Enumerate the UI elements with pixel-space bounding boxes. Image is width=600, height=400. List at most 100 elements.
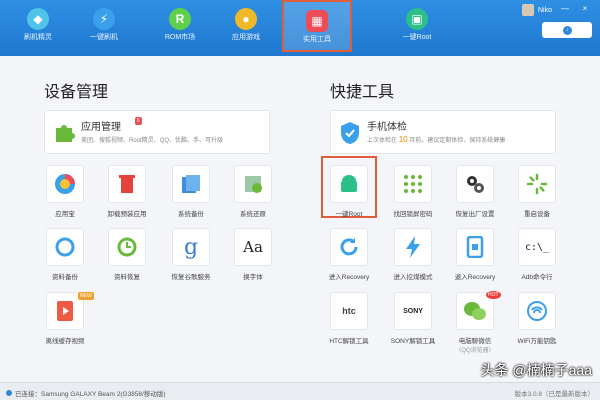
tile-reboot-device[interactable] bbox=[518, 165, 556, 203]
tile-change-font[interactable]: Aa bbox=[234, 228, 272, 266]
connection-text: 已连接：Samsung GALAXY Beam 2(G3858/移动版) bbox=[15, 391, 166, 398]
lightning-icon bbox=[406, 236, 420, 258]
tile-label: 卸载预装应用 bbox=[107, 211, 147, 218]
gears-icon bbox=[467, 176, 484, 193]
tile-label: 一键Root bbox=[335, 211, 363, 218]
nav-label: 一键Root bbox=[402, 34, 432, 41]
nav-rom-market[interactable]: R ROM市场 bbox=[148, 0, 212, 50]
tile-enter-recovery[interactable] bbox=[330, 228, 368, 266]
nav-label: 一键刷机 bbox=[90, 34, 118, 41]
tile-recover-lock-password[interactable] bbox=[394, 165, 432, 203]
update-count-badge: 6 bbox=[135, 117, 142, 125]
shield-icon: ◆ bbox=[27, 8, 49, 30]
connection-status: 已连接：Samsung GALAXY Beam 2(G3858/移动版) bbox=[6, 388, 166, 398]
pattern-lock-icon bbox=[404, 175, 422, 193]
tile-label: HTC解锁工具 bbox=[329, 338, 369, 345]
tile-exit-recovery[interactable] bbox=[456, 228, 494, 266]
tile-uninstall-preinstalled[interactable] bbox=[108, 165, 146, 203]
tile-label: 重启设备 bbox=[524, 211, 550, 218]
checkup-desc-suffix: 月前，建议定期体检，保持系统健康 bbox=[409, 138, 506, 144]
tile-label: 进入挖煤模式 bbox=[393, 274, 433, 281]
puzzle-icon bbox=[56, 125, 75, 142]
tile-yingyongbao[interactable] bbox=[46, 165, 84, 203]
hot-badge: HOT bbox=[486, 291, 501, 299]
trash-icon bbox=[119, 175, 135, 193]
nav-label: 应用游戏 bbox=[232, 34, 260, 41]
user-profile[interactable]: Niko bbox=[521, 4, 552, 16]
video-icon bbox=[57, 301, 73, 321]
app-management-title: 应用管理 bbox=[81, 122, 121, 133]
minimize-icon[interactable]: — bbox=[560, 4, 570, 13]
tile-label: Adb命令行 bbox=[521, 274, 553, 281]
tile-wifi-key[interactable] bbox=[518, 292, 556, 330]
wifi-key-icon bbox=[527, 301, 547, 321]
sony-logo-icon: SONY bbox=[403, 307, 423, 315]
tile-label: 资料恢复 bbox=[114, 274, 140, 281]
rom-icon: R bbox=[169, 8, 191, 30]
tile-sony-unlock[interactable]: SONY bbox=[394, 292, 432, 330]
tile-label: 换字体 bbox=[243, 274, 263, 281]
tile-label: WiFi万能钥匙 bbox=[517, 338, 557, 345]
tile-system-restore[interactable] bbox=[234, 165, 272, 203]
sync-icon bbox=[55, 237, 75, 257]
tile-label: 恢复出厂设置 bbox=[455, 211, 495, 218]
nav-one-click-flash[interactable]: ⚡ 一键刷机 bbox=[72, 0, 136, 50]
phone-checkup-banner[interactable]: 手机体检 上次体检在 10 月前，建议定期体检，保持系统健康 bbox=[330, 110, 556, 154]
status-bar: 已连接：Samsung GALAXY Beam 2(G3858/移动版) 版本3… bbox=[0, 382, 600, 400]
tile-data-restore[interactable] bbox=[108, 228, 146, 266]
nav-label: ROM市场 bbox=[164, 34, 196, 41]
app-management-banner[interactable]: 应用管理 6 美团、搜狐视频、Root精灵、QQ、优酷、手、可升级 bbox=[44, 110, 270, 154]
tile-htc-unlock[interactable]: htc bbox=[330, 292, 368, 330]
tile-label: 退入Recovery bbox=[454, 274, 496, 281]
download-icon: ↓ bbox=[562, 25, 572, 35]
tile-sublabel: （QQ浏览器） bbox=[455, 348, 495, 354]
tile-download-mode[interactable] bbox=[394, 228, 432, 266]
nav-label: 刷机精灵 bbox=[24, 34, 52, 41]
avatar bbox=[521, 4, 534, 16]
tile-label: 进入Recovery bbox=[328, 274, 370, 281]
version-text: 版本3.0.8（已是最新版本） bbox=[514, 391, 594, 398]
tile-label: 恢复谷歌服务 bbox=[171, 274, 211, 281]
phone-checkup-desc: 上次体检在 10 月前，建议定期体检，保持系统健康 bbox=[367, 135, 505, 144]
htc-logo-icon: htc bbox=[342, 306, 356, 316]
wechat-icon bbox=[464, 302, 486, 320]
tile-label: 系统备份 bbox=[178, 211, 204, 218]
terminal-icon: c:\_ bbox=[524, 241, 550, 253]
google-icon: g bbox=[183, 234, 199, 260]
nav-utility-tools[interactable]: ▦ 实用工具 bbox=[282, 0, 352, 52]
tile-factory-reset[interactable] bbox=[456, 165, 494, 203]
tile-adb-command[interactable]: c:\_ bbox=[518, 228, 556, 266]
checkup-desc-prefix: 上次体检在 bbox=[367, 138, 398, 144]
user-name: Niko bbox=[537, 6, 552, 14]
tile-label: 应用宝 bbox=[55, 211, 75, 218]
close-icon[interactable]: × bbox=[580, 4, 590, 13]
tile-data-backup[interactable] bbox=[46, 228, 84, 266]
checkup-desc-number: 10 bbox=[398, 135, 408, 144]
backup-icon bbox=[182, 175, 200, 193]
shield-check-icon bbox=[341, 122, 359, 144]
top-nav-bar: ◆ 刷机精灵 ⚡ 一键刷机 R ROM市场 ● 应用游戏 ▦ 实用工具 ▣ 一键… bbox=[0, 0, 600, 56]
tile-system-backup[interactable] bbox=[172, 165, 210, 203]
new-badge: NEW bbox=[78, 292, 94, 300]
download-button[interactable]: ↓ bbox=[542, 22, 592, 38]
tile-label: 资料备份 bbox=[52, 274, 78, 281]
restore-icon bbox=[245, 176, 262, 193]
tile-one-click-root[interactable] bbox=[330, 165, 368, 203]
quick-tools-title: 快捷工具 bbox=[330, 84, 395, 101]
phone-icon bbox=[6, 390, 12, 396]
tile-label: 电脑聊微信 bbox=[458, 338, 492, 345]
tile-label: 找回锁屏密码 bbox=[393, 211, 433, 218]
app-management-desc: 美团、搜狐视频、Root精灵、QQ、优酷、手、可升级 bbox=[81, 138, 224, 144]
nav-shuaji-jingling[interactable]: ◆ 刷机精灵 bbox=[6, 0, 70, 50]
tile-label: SONY解锁工具 bbox=[390, 338, 436, 345]
clock-restore-icon bbox=[117, 237, 137, 257]
nav-apps-games[interactable]: ● 应用游戏 bbox=[214, 0, 278, 50]
tile-label: 系统还原 bbox=[240, 211, 266, 218]
game-icon: ● bbox=[235, 8, 257, 30]
nav-one-click-root[interactable]: ▣ 一键Root bbox=[382, 0, 452, 50]
watermark: 头条 @楠楠子aaa bbox=[480, 362, 592, 378]
yingyongbao-icon bbox=[55, 174, 75, 194]
flash-icon: ⚡ bbox=[93, 8, 115, 30]
refresh-icon bbox=[340, 238, 358, 256]
tile-restore-google[interactable]: g bbox=[172, 228, 210, 266]
